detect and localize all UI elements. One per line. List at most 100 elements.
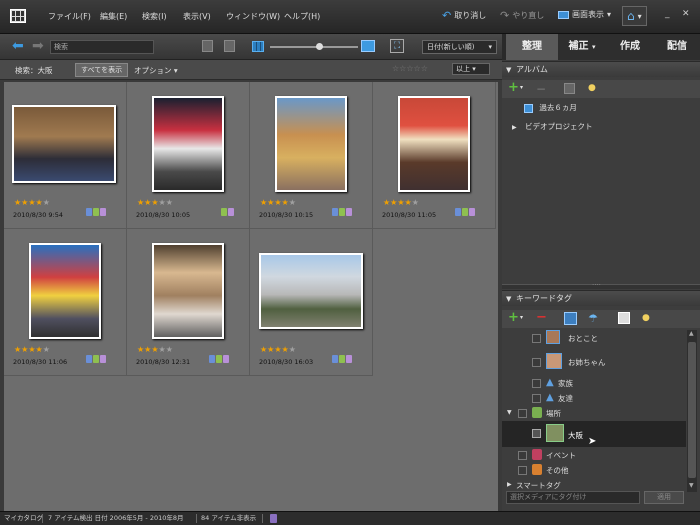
remove-tag-icon[interactable]: − bbox=[536, 311, 547, 325]
tip-bulb-icon[interactable]: ● bbox=[642, 313, 650, 323]
person-view-icon[interactable] bbox=[618, 312, 630, 324]
rating-stars[interactable]: ★★★★★ bbox=[14, 345, 50, 354]
tip-bulb-icon[interactable]: ● bbox=[588, 83, 596, 93]
keyword-checkbox[interactable] bbox=[532, 358, 541, 367]
collapse-triangle-icon[interactable]: ▼ bbox=[507, 409, 512, 416]
menu-window[interactable]: ウィンドウ(W) bbox=[226, 11, 280, 22]
photo-thumbnail[interactable] bbox=[152, 96, 224, 192]
rating-stars[interactable]: ★★★★★ bbox=[137, 198, 173, 207]
show-all-button[interactable]: すべてを表示 bbox=[75, 63, 129, 77]
expand-triangle-icon[interactable]: ▶ bbox=[512, 124, 517, 131]
photo-date: 2010/8/30 11:06 bbox=[13, 358, 68, 366]
keyword-checkbox[interactable] bbox=[518, 409, 527, 418]
rotate-right-icon[interactable] bbox=[224, 40, 235, 52]
back-arrow-icon[interactable]: ⬅ bbox=[12, 38, 24, 54]
display-mode-button[interactable]: 画面表示 ▾ bbox=[558, 9, 611, 20]
add-tag-icon[interactable]: + bbox=[508, 311, 519, 325]
collapse-triangle-icon[interactable]: ▼ bbox=[506, 62, 511, 78]
backup-status-icon[interactable] bbox=[270, 514, 277, 523]
photo-thumbnail[interactable] bbox=[259, 253, 363, 329]
photo-cell[interactable]: ★★★★★ 2010/8/30 10:05 bbox=[127, 82, 250, 229]
keyword-checkbox[interactable] bbox=[518, 466, 527, 475]
zoom-slider[interactable] bbox=[270, 43, 358, 50]
collapse-triangle-icon[interactable]: ▼ bbox=[506, 291, 511, 307]
tab-organize[interactable]: 整理 bbox=[506, 34, 558, 60]
rating-stars[interactable]: ★★★★★ bbox=[383, 198, 419, 207]
menu-help[interactable]: ヘルプ(H) bbox=[284, 11, 320, 22]
menu-view[interactable]: 表示(V) bbox=[183, 11, 211, 22]
rotate-left-icon[interactable] bbox=[202, 40, 213, 52]
photo-thumbnail[interactable] bbox=[398, 96, 470, 192]
photo-cell[interactable]: ★★★★★ 2010/8/30 11:05 bbox=[373, 82, 496, 229]
photo-thumbnail[interactable] bbox=[29, 243, 101, 339]
fullscreen-icon[interactable]: ⛶ bbox=[390, 39, 404, 53]
chevron-down-icon[interactable]: ▾ bbox=[520, 84, 523, 91]
keyword-checkbox[interactable] bbox=[532, 394, 541, 403]
keyword-scrollbar[interactable]: ▲ ▼ bbox=[687, 330, 697, 492]
keyword-tags-header[interactable]: ▼ キーワードタグ bbox=[502, 290, 700, 306]
tab-create[interactable]: 作成 bbox=[606, 34, 654, 60]
keyword-checkbox[interactable] bbox=[532, 379, 541, 388]
search-input[interactable]: 検索 bbox=[50, 40, 154, 54]
home-button[interactable]: ⌂ ▾ bbox=[622, 6, 647, 26]
add-album-icon[interactable]: + bbox=[508, 81, 519, 95]
keyword-checkbox[interactable] bbox=[532, 334, 541, 343]
tag-apply-input[interactable]: 選択メディアにタグ付け bbox=[506, 491, 640, 504]
minimize-icon[interactable]: _ bbox=[665, 9, 670, 19]
keyword-row-person[interactable]: おとこと bbox=[502, 330, 686, 350]
rating-stars[interactable]: ★★★★★ bbox=[137, 345, 173, 354]
keyword-row-selected-place[interactable]: 大阪 ➤ bbox=[502, 421, 686, 447]
keyword-checkbox[interactable] bbox=[518, 451, 527, 460]
redo-button[interactable]: ↷ やり直し bbox=[500, 9, 544, 22]
chevron-down-icon[interactable]: ▾ bbox=[520, 314, 523, 321]
photo-cell[interactable]: ★★★★★ 2010/8/30 11:06 bbox=[4, 229, 127, 376]
tab-share[interactable]: 配信 bbox=[654, 34, 700, 60]
zoom-slider-thumb[interactable] bbox=[316, 43, 323, 50]
options-menu[interactable]: オプション ▾ bbox=[134, 65, 178, 76]
tag-view-icon[interactable]: ☂ bbox=[588, 312, 598, 325]
close-icon[interactable]: ✕ bbox=[682, 9, 690, 19]
album-section-header[interactable]: ▼ アルバム bbox=[502, 61, 700, 77]
remove-album-icon[interactable]: − bbox=[536, 82, 546, 96]
menu-file[interactable]: ファイル(F) bbox=[48, 11, 91, 22]
photo-cell[interactable]: ★★★★★ 2010/8/30 10:15 bbox=[250, 82, 373, 229]
tag-badges bbox=[332, 208, 352, 216]
album-item[interactable]: ▶ ビデオプロジェクト bbox=[512, 121, 682, 135]
catalog-name[interactable]: マイカタログ bbox=[4, 512, 43, 525]
album-item[interactable]: 過去６ヵ月 bbox=[524, 102, 694, 116]
photo-date: 2010/8/30 10:05 bbox=[136, 211, 191, 219]
rating-filter-select[interactable]: 以上 ▾ bbox=[452, 63, 490, 75]
photo-date: 2010/8/30 9:54 bbox=[13, 211, 63, 219]
apply-button[interactable]: 適用 bbox=[644, 491, 684, 504]
large-thumbnail-icon[interactable] bbox=[361, 40, 375, 52]
keyword-checkbox-tagged[interactable] bbox=[532, 429, 541, 438]
edit-tag-icon[interactable] bbox=[564, 312, 577, 325]
edit-album-icon[interactable] bbox=[564, 83, 575, 94]
expand-triangle-icon[interactable]: ▶ bbox=[507, 481, 512, 488]
photo-cell[interactable]: ★★★★★ 2010/8/30 16:03 bbox=[250, 229, 373, 376]
keyword-toolbar: + ▾ − ☂ ● bbox=[502, 310, 700, 328]
photo-thumbnail[interactable] bbox=[12, 105, 116, 183]
rating-stars[interactable]: ★★★★★ bbox=[260, 198, 296, 207]
small-thumbnails-icon[interactable] bbox=[252, 41, 264, 52]
menu-find[interactable]: 検索(I) bbox=[142, 11, 167, 22]
scroll-up-icon[interactable]: ▲ bbox=[689, 330, 694, 337]
scroll-down-icon[interactable]: ▼ bbox=[689, 482, 694, 489]
photo-cell[interactable]: ★★★★★ 2010/8/30 12:31 bbox=[127, 229, 250, 376]
forward-arrow-icon[interactable]: ➡ bbox=[32, 38, 44, 54]
panel-splitter[interactable]: ···· bbox=[502, 281, 700, 289]
photo-cell[interactable]: ★★★★★ 2010/8/30 9:54 bbox=[4, 82, 127, 229]
sort-order-select[interactable]: 日付(新しい順) ▾ bbox=[422, 40, 497, 54]
keyword-row-person[interactable]: お姉ちゃん bbox=[502, 352, 686, 372]
undo-button[interactable]: ↶ 取り消し bbox=[442, 9, 486, 22]
rating-stars[interactable]: ★★★★★ bbox=[14, 198, 50, 207]
tag-badges bbox=[221, 208, 234, 216]
scroll-thumb[interactable] bbox=[688, 342, 696, 478]
photo-thumbnail[interactable] bbox=[275, 96, 347, 192]
photo-thumbnail[interactable] bbox=[152, 243, 224, 339]
menu-edit[interactable]: 編集(E) bbox=[100, 11, 127, 22]
rating-stars[interactable]: ★★★★★ bbox=[260, 345, 296, 354]
app-logo-icon[interactable] bbox=[10, 9, 26, 23]
tab-fix[interactable]: 補正 ▾ bbox=[558, 34, 606, 60]
rating-filter-stars[interactable]: ☆☆☆☆☆ bbox=[392, 64, 428, 73]
